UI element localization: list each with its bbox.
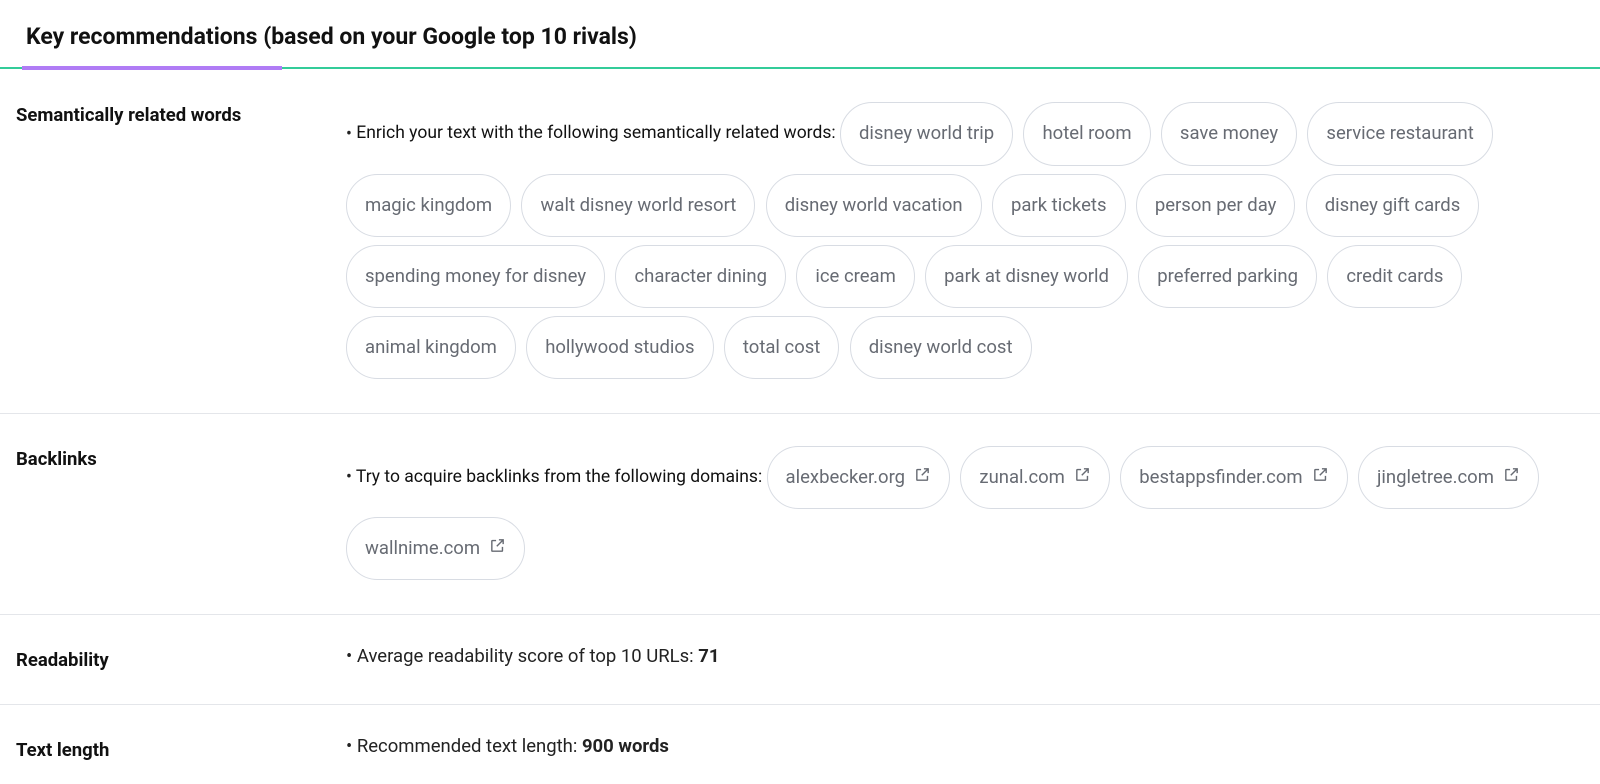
semantic-word-chip[interactable]: disney world trip	[840, 102, 1013, 165]
semantic-word-chip[interactable]: credit cards	[1327, 245, 1462, 308]
backlink-domain-chip[interactable]: wallnime.com	[346, 517, 525, 580]
text-length-metric: Recommended text length: 900 words	[346, 733, 1584, 760]
readability-value: 71	[698, 645, 719, 667]
backlink-domains-list: Try to acquire backlinks from the follow…	[346, 442, 1584, 584]
text-length-value: 900 words	[582, 735, 669, 757]
backlink-domain-label: bestappsfinder.com	[1139, 454, 1302, 501]
semantic-word-chip[interactable]: spending money for disney	[346, 245, 605, 308]
backlink-domain-label: wallnime.com	[365, 525, 480, 572]
backlink-domain-label: alexbecker.org	[786, 454, 906, 501]
semantic-word-chip[interactable]: disney world vacation	[766, 174, 982, 237]
section-label-text-length: Text length	[16, 733, 346, 764]
semantic-word-chip[interactable]: save money	[1161, 102, 1297, 165]
external-link-icon	[905, 454, 931, 501]
recommendations-header: Key recommendations (based on your Googl…	[0, 10, 1600, 67]
backlink-domain-chip[interactable]: bestappsfinder.com	[1120, 446, 1347, 509]
section-text-length: Text length Recommended text length: 900…	[0, 705, 1600, 764]
semantic-words-list: Enrich your text with the following sema…	[346, 98, 1584, 383]
semantic-word-chip[interactable]: park tickets	[992, 174, 1126, 237]
section-label-backlinks: Backlinks	[16, 442, 346, 473]
semantic-word-chip[interactable]: animal kingdom	[346, 316, 516, 379]
external-link-icon	[1494, 454, 1520, 501]
readability-metric: Average readability score of top 10 URLs…	[346, 643, 1584, 670]
semantic-word-chip[interactable]: park at disney world	[925, 245, 1128, 308]
section-label-readability: Readability	[16, 643, 346, 674]
semantic-word-chip[interactable]: magic kingdom	[346, 174, 511, 237]
backlink-domain-chip[interactable]: alexbecker.org	[767, 446, 951, 509]
semantic-word-chip[interactable]: disney world cost	[850, 316, 1032, 379]
external-link-icon	[480, 525, 506, 572]
backlink-domain-chip[interactable]: jingletree.com	[1358, 446, 1539, 509]
backlink-domain-chip[interactable]: zunal.com	[960, 446, 1110, 509]
semantic-lead: Enrich your text with the following sema…	[346, 124, 836, 144]
active-tab-indicator	[22, 66, 282, 70]
semantic-word-chip[interactable]: walt disney world resort	[521, 174, 755, 237]
semantic-word-chip[interactable]: hollywood studios	[526, 316, 713, 379]
semantic-word-chip[interactable]: service restaurant	[1307, 102, 1492, 165]
section-backlinks: Backlinks Try to acquire backlinks from …	[0, 414, 1600, 615]
text-length-lead: Recommended text length:	[357, 735, 582, 757]
backlink-domain-label: jingletree.com	[1377, 454, 1494, 501]
page-title: Key recommendations (based on your Googl…	[26, 20, 1600, 53]
semantic-word-chip[interactable]: disney gift cards	[1306, 174, 1480, 237]
backlinks-lead: Try to acquire backlinks from the follow…	[346, 467, 762, 487]
section-semantic-words: Semantically related words Enrich your t…	[0, 70, 1600, 414]
semantic-word-chip[interactable]: character dining	[615, 245, 786, 308]
backlink-domain-label: zunal.com	[979, 454, 1065, 501]
semantic-word-chip[interactable]: hotel room	[1023, 102, 1150, 165]
semantic-word-chip[interactable]: total cost	[724, 316, 839, 379]
section-readability: Readability Average readability score of…	[0, 615, 1600, 705]
external-link-icon	[1065, 454, 1091, 501]
semantic-word-chip[interactable]: person per day	[1136, 174, 1296, 237]
semantic-word-chip[interactable]: ice cream	[796, 245, 914, 308]
external-link-icon	[1303, 454, 1329, 501]
readability-lead: Average readability score of top 10 URLs…	[357, 645, 698, 667]
semantic-word-chip[interactable]: preferred parking	[1138, 245, 1317, 308]
section-label-semantic: Semantically related words	[16, 98, 346, 129]
